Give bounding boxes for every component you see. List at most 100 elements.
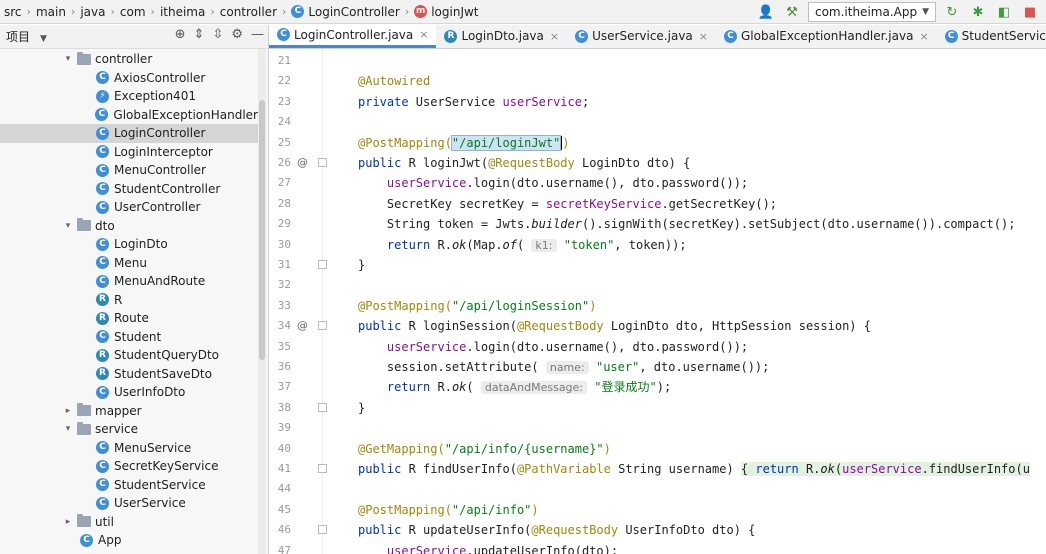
endpoint-at-icon[interactable]: @ [297, 316, 308, 336]
tab-logincontroller[interactable]: C LoginController.java × [269, 25, 437, 48]
tab-userservice[interactable]: C UserService.java × [567, 25, 716, 48]
hide-icon[interactable]: — [251, 27, 264, 42]
code-token: UserInfoDto dto) { [618, 523, 756, 538]
fold-toggle-icon[interactable] [318, 260, 327, 269]
breadcrumb-item-com[interactable]: com › [120, 5, 160, 19]
chevron-down-icon[interactable]: ▾ [62, 424, 74, 434]
code-token: @PostMapping( [358, 135, 452, 150]
tree-folder-service[interactable]: ▾ service [0, 420, 258, 439]
folder-icon [77, 218, 91, 232]
chevron-down-icon[interactable]: ▾ [62, 221, 74, 231]
tree-item[interactable]: C MenuService [0, 439, 258, 458]
tree-item[interactable]: C UserService [0, 494, 258, 513]
code-token: R. [437, 237, 452, 252]
breadcrumb-item-logincontroller[interactable]: C LoginController › [291, 5, 414, 19]
selected-text[interactable]: "/api/loginJwt" [450, 134, 562, 151]
class-icon: C [96, 71, 109, 85]
code-token: @RequestBody [516, 319, 604, 334]
hammer-icon[interactable]: ⚒ [782, 2, 802, 22]
tree-item[interactable]: C App [0, 531, 258, 550]
code-token: R updateUserInfo( [408, 523, 532, 538]
rerun-icon[interactable]: ↻ [942, 2, 962, 22]
tree-item[interactable]: C GlobalExceptionHandler [0, 106, 258, 125]
breadcrumb-item-controller[interactable]: controller › [220, 5, 292, 19]
tree-item[interactable]: C LoginInterceptor [0, 143, 258, 162]
line-number: 47 [277, 543, 291, 554]
debug-icon[interactable]: ✱ [968, 2, 988, 22]
breadcrumb-item-main[interactable]: main › [36, 5, 80, 19]
tree-item-label: LoginInterceptor [114, 144, 213, 159]
tab-globalexceptionhandler[interactable]: C GlobalExceptionHandler.java × [716, 25, 937, 48]
class-icon: C [95, 108, 109, 122]
tree-item[interactable]: C StudentService [0, 476, 258, 495]
exception-class-icon: ⚡ [96, 89, 109, 103]
tree-folder-util[interactable]: ▸ util [0, 513, 258, 532]
record-icon: R [444, 29, 458, 43]
tree-item[interactable]: C StudentController [0, 180, 258, 199]
locate-icon[interactable]: ⊕ [175, 27, 186, 42]
line-number: 39 [277, 421, 291, 435]
tree-item[interactable]: C Menu [0, 254, 258, 273]
fold-toggle-icon[interactable] [318, 321, 327, 330]
gear-icon[interactable]: ⚙ [231, 27, 243, 42]
class-icon: C [96, 182, 109, 196]
close-icon[interactable]: × [699, 30, 708, 43]
tab-label: StudentService.java [961, 29, 1046, 43]
run-config-selector[interactable]: com.itheima.App ▼ [807, 2, 936, 22]
class-icon: C [96, 256, 109, 270]
tree-item[interactable]: C MenuAndRoute [0, 272, 258, 291]
expand-all-icon[interactable]: ⇕ [194, 27, 205, 42]
project-tree-scroll-thumb[interactable] [259, 100, 265, 360]
breadcrumb-item-src[interactable]: src › [4, 5, 36, 19]
chevron-right-icon[interactable]: ▸ [62, 517, 74, 527]
user-icon[interactable]: 👤 [756, 2, 776, 22]
code-token: "登录成功" [587, 380, 657, 395]
tree-item[interactable]: C SecretKeyService [0, 457, 258, 476]
endpoint-at-icon[interactable]: @ [297, 153, 308, 173]
fold-toggle-icon[interactable] [318, 158, 327, 167]
close-icon[interactable]: × [419, 28, 428, 41]
tree-item[interactable]: C MenuController [0, 161, 258, 180]
code-token: @PathVariable [516, 462, 611, 476]
code-token: userService [386, 543, 467, 554]
code-line: @PostMapping("/api/info") [358, 500, 539, 520]
tree-item[interactable]: R StudentQueryDto [0, 346, 258, 365]
breadcrumb-label: itheima [159, 4, 206, 19]
tree-item-selected[interactable]: C LoginController [0, 124, 258, 143]
tree-item[interactable]: RR [0, 291, 258, 310]
breadcrumb-item-itheima[interactable]: itheima › [160, 5, 220, 19]
tree-item[interactable]: ⚡ Exception401 [0, 87, 258, 106]
folded-region[interactable]: { [740, 462, 756, 476]
line-number: 31 [277, 258, 291, 271]
collapse-all-icon[interactable]: ⇳ [212, 27, 223, 42]
code-token: userService [386, 339, 467, 354]
fold-toggle-icon[interactable] [318, 403, 327, 412]
chevron-down-icon[interactable]: ▾ [62, 54, 74, 64]
tree-item[interactable]: C AxiosController [0, 69, 258, 88]
tree-item[interactable]: C LoginDto [0, 235, 258, 254]
tree-item[interactable]: C UserController [0, 198, 258, 217]
tree-item[interactable]: C UserInfoDto [0, 383, 258, 402]
tab-studentservice[interactable]: CStudentService.java× [937, 25, 1046, 48]
project-view-selector[interactable]: 项目 ▼ [0, 28, 47, 45]
tree-item[interactable]: R Route [0, 309, 258, 328]
tree-folder-controller[interactable]: ▾ controller [0, 50, 258, 69]
fold-toggle-icon[interactable] [318, 464, 327, 473]
close-icon[interactable]: × [919, 30, 928, 43]
chevron-right-icon[interactable]: ▸ [62, 406, 74, 416]
coverage-icon[interactable]: ◧ [994, 2, 1014, 22]
breadcrumb-item-loginjwt[interactable]: m loginJwt [414, 5, 479, 19]
tree-item[interactable]: C Student [0, 328, 258, 347]
class-icon: C [96, 441, 109, 455]
stop-icon[interactable]: ■ [1020, 2, 1040, 22]
code-token: .login(dto.username(), dto.password()); [466, 176, 749, 191]
tree-folder-mapper[interactable]: ▸ mapper [0, 402, 258, 421]
tab-logindto[interactable]: R LoginDto.java × [436, 25, 567, 48]
close-icon[interactable]: × [550, 30, 559, 43]
code-token: public [358, 156, 409, 170]
tree-item-label: util [95, 514, 114, 529]
tree-folder-dto[interactable]: ▾ dto [0, 217, 258, 236]
breadcrumb-item-java[interactable]: java › [80, 5, 120, 19]
tree-item[interactable]: R StudentSaveDto [0, 365, 258, 384]
fold-toggle-icon[interactable] [318, 525, 327, 534]
